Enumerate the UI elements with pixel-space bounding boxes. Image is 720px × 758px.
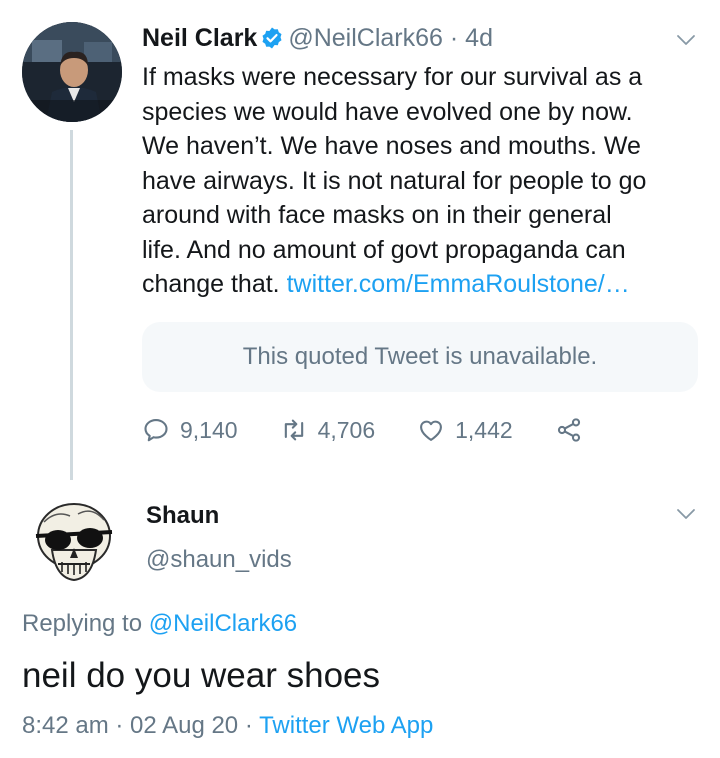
tweet-text-line: have airways. It is not natural for peop… (142, 166, 647, 195)
quote-unavailable-text: This quoted Tweet is unavailable. (242, 343, 598, 370)
replying-prefix: Replying to (22, 610, 149, 637)
retweet-button[interactable]: 4,706 (280, 416, 376, 444)
meta-separator: · (108, 712, 131, 739)
original-tweet: Neil Clark @NeilClark66 · 4d If masks wer… (0, 0, 720, 480)
reply-icon (144, 419, 168, 442)
reply-source[interactable]: Twitter Web App (259, 712, 433, 739)
avatar-photo-icon (22, 22, 122, 122)
reply-author-handle[interactable]: @shaun_vids (146, 546, 292, 574)
tweet-text-line-last: change that. twitter.com/EmmaRoulstone/… (142, 267, 702, 302)
retweet-icon (284, 419, 303, 441)
like-count: 1,442 (455, 416, 513, 443)
tweet-text-line: If masks were necessary for our survival… (142, 63, 643, 91)
reply-author-name[interactable]: Shaun (146, 502, 219, 530)
reply-button[interactable]: 9,140 (142, 416, 238, 444)
meta-separator: · (238, 712, 260, 739)
author-name[interactable]: Neil Clark (142, 24, 257, 52)
tweet-text-line: We haven’t. We have noses and mouths. We (142, 132, 641, 160)
reply-date[interactable]: 02 Aug 20 (130, 712, 238, 739)
separator-dot: · (449, 24, 459, 52)
tweet-actions: 9,140 4,706 1,442 (142, 410, 625, 450)
chevron-down-icon[interactable] (674, 28, 698, 52)
share-icon (557, 418, 580, 442)
like-icon (420, 420, 443, 441)
tweet-text-line: life. And no amount of govt propaganda c… (142, 235, 626, 264)
tweet-age[interactable]: 4d (465, 24, 493, 52)
tweet-text-line: species we would have evolved one by now… (142, 97, 633, 126)
replying-to: Replying to @NeilClark66 (22, 610, 297, 638)
author-handle[interactable]: @NeilClark66 (288, 24, 443, 52)
share-button[interactable] (555, 416, 583, 444)
retweet-count: 4,706 (317, 416, 376, 443)
quoted-tweet-unavailable: This quoted Tweet is unavailable. (142, 322, 698, 392)
tweet-link[interactable]: twitter.com/EmmaRoulstone/… (287, 270, 630, 298)
skull-sunglasses-icon (35, 503, 113, 582)
tweet-text: If masks were necessary for our survival… (142, 60, 702, 302)
thread-connector-line (70, 130, 73, 480)
reply-text: neil do you wear shoes (22, 656, 380, 695)
tweet-header: Neil Clark @NeilClark66 · 4d (142, 22, 493, 54)
like-button[interactable]: 1,442 (417, 416, 513, 444)
tweet-text-line: change that. (142, 270, 287, 298)
chevron-down-icon[interactable] (674, 502, 698, 526)
replying-to-handle[interactable]: @NeilClark66 (149, 610, 297, 637)
verified-badge-icon (262, 27, 282, 49)
reply-count: 9,140 (180, 416, 238, 443)
reply-metadata: 8:42 am · 02 Aug 20 · Twitter Web App (22, 712, 433, 740)
shaun-avatar[interactable] (22, 492, 122, 592)
tweet-text-line: around with face masks on in their gener… (142, 201, 612, 229)
reply-time[interactable]: 8:42 am (22, 712, 109, 739)
neil-clark-avatar[interactable] (22, 22, 122, 122)
